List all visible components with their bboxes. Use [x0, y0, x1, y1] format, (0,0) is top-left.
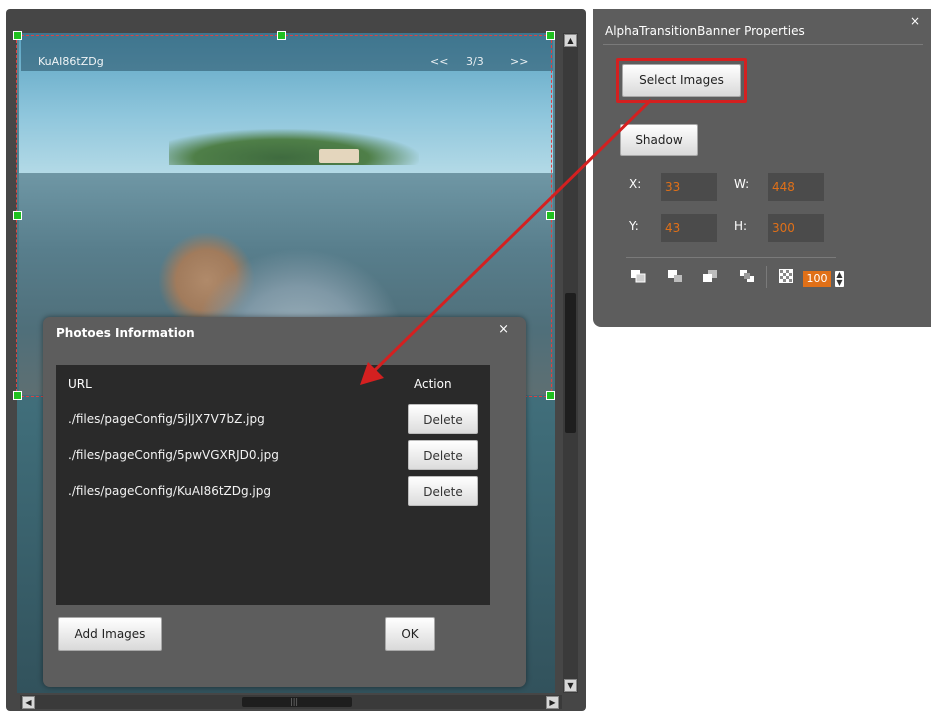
- annotation-arrow: [360, 98, 653, 385]
